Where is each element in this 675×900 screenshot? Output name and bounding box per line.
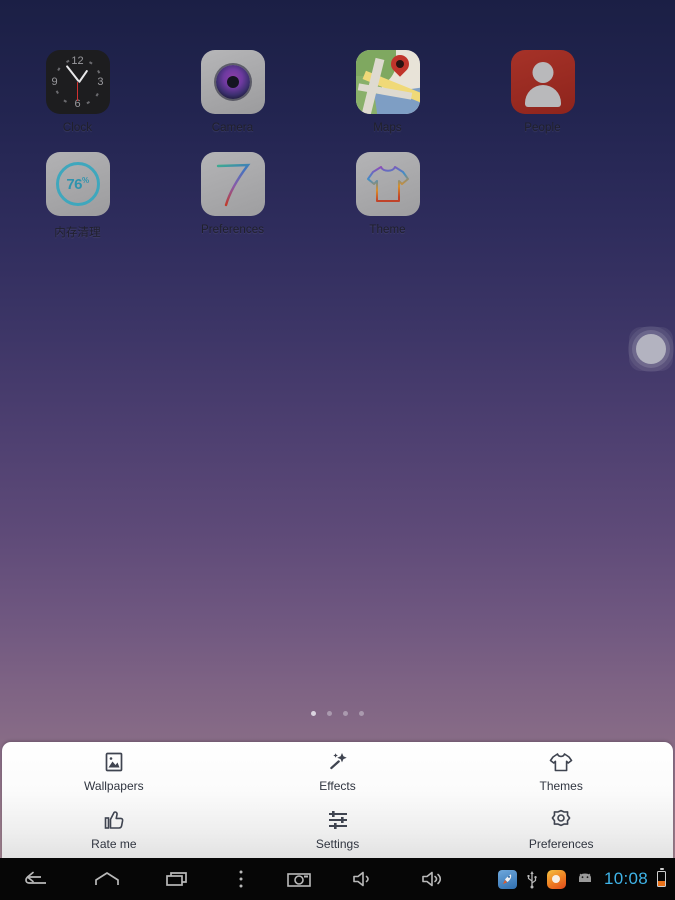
seven-glyph	[216, 163, 250, 207]
option-label: Preferences	[528, 837, 594, 851]
app-cell-empty	[465, 152, 620, 240]
option-rate-me[interactable]: Rate me	[2, 800, 226, 858]
clock-number-12: 12	[71, 55, 84, 67]
status-tray: 10:08	[497, 869, 675, 889]
app-label: Theme	[369, 224, 406, 236]
assistive-touch-circle-icon	[636, 334, 666, 364]
option-label: Settings	[315, 837, 360, 851]
app-label: People	[524, 122, 561, 134]
tshirt-icon[interactable]	[355, 152, 420, 216]
page-dot-1[interactable]	[311, 711, 316, 716]
android-robot-icon	[575, 872, 595, 886]
page-dot-4[interactable]	[359, 711, 364, 716]
app-shortcut-theme[interactable]: Theme	[310, 152, 465, 240]
memory-gauge-unit: %	[82, 175, 89, 185]
memory-cleaner-icon[interactable]: 76%	[45, 152, 110, 216]
app-label: Camera	[211, 122, 254, 134]
app-label: Preferences	[200, 224, 265, 236]
app-shortcut-people[interactable]: People	[465, 50, 620, 134]
option-effects[interactable]: Effects	[226, 742, 450, 800]
gear-icon	[549, 807, 573, 833]
option-label: Themes	[539, 779, 583, 793]
option-preferences[interactable]: Preferences	[449, 800, 673, 858]
tshirt-icon	[549, 749, 573, 775]
option-label: Effects	[319, 779, 356, 793]
launcher-option-panel: Wallpapers Effects Themes Rate me Settin…	[2, 742, 673, 858]
back-icon[interactable]	[0, 869, 72, 889]
app-shortcut-camera[interactable]: Camera	[155, 50, 310, 134]
clock-number-9: 9	[51, 76, 58, 88]
option-row: Rate me Settings Preferences	[2, 800, 673, 858]
sliders-icon	[326, 807, 350, 833]
people-icon[interactable]	[510, 50, 575, 114]
recents-icon[interactable]	[142, 869, 214, 889]
page-dot-3[interactable]	[343, 711, 348, 716]
seven-icon[interactable]	[200, 152, 265, 216]
app-row: 12 3 6 9 Clock Camera Maps People	[0, 0, 675, 134]
rocket-launcher-icon[interactable]	[497, 869, 517, 889]
page-dot-2[interactable]	[327, 711, 332, 716]
page-indicator	[0, 711, 675, 716]
option-label: Rate me	[91, 837, 137, 851]
app-shortcut-maps[interactable]: Maps	[310, 50, 465, 134]
home-screen-app-grid: 12 3 6 9 Clock Camera Maps People 76% 内存…	[0, 0, 675, 240]
volume-up-icon[interactable]	[400, 869, 470, 889]
app-shortcut-clock[interactable]: 12 3 6 9 Clock	[0, 50, 155, 134]
system-navigation-bar: 10:08	[0, 858, 675, 900]
option-wallpapers[interactable]: Wallpapers	[2, 742, 226, 800]
app-label: Maps	[373, 122, 402, 134]
memory-gauge-number: 76	[66, 175, 83, 193]
maps-icon[interactable]	[355, 50, 420, 114]
option-label: Wallpapers	[84, 779, 144, 793]
screenshot-icon[interactable]	[268, 869, 330, 889]
clock-face: 12 3 6 9	[46, 50, 110, 114]
battery-level-fill	[658, 881, 665, 886]
home-icon[interactable]	[72, 869, 142, 889]
volume-down-icon[interactable]	[330, 869, 400, 889]
memory-gauge-value: 76%	[66, 175, 89, 193]
app-row: 76% 内存清理 Preferences Theme	[0, 134, 675, 240]
magic-wand-icon	[326, 749, 350, 775]
option-settings[interactable]: Settings	[226, 800, 450, 858]
overflow-menu-icon[interactable]	[214, 868, 268, 890]
app-shortcut-preferences[interactable]: Preferences	[155, 152, 310, 240]
camera-lens	[215, 65, 250, 99]
memory-gauge-ring: 76%	[55, 162, 100, 206]
app-label: Clock	[62, 122, 93, 134]
camera-pupil	[226, 76, 239, 88]
clock-icon[interactable]: 12 3 6 9	[45, 50, 110, 114]
option-themes[interactable]: Themes	[449, 742, 673, 800]
tshirt-glyph	[366, 166, 409, 202]
clock-minute-hand	[65, 65, 80, 82]
camera-icon[interactable]	[200, 50, 265, 114]
orange-app-icon[interactable]	[546, 869, 566, 889]
app-label: 内存清理	[54, 227, 101, 239]
floating-assistive-touch-button[interactable]	[629, 327, 673, 371]
image-icon	[103, 749, 125, 775]
clock-time: 10:08	[603, 869, 648, 888]
clock-number-3: 3	[97, 76, 104, 88]
clock-second-hand	[76, 82, 78, 101]
option-row: Wallpapers Effects Themes	[2, 742, 673, 800]
app-shortcut-memory-cleaner[interactable]: 76% 内存清理	[0, 152, 155, 240]
usb-icon	[526, 870, 538, 889]
battery-low-icon	[657, 871, 666, 887]
thumbs-up-icon	[102, 807, 126, 833]
